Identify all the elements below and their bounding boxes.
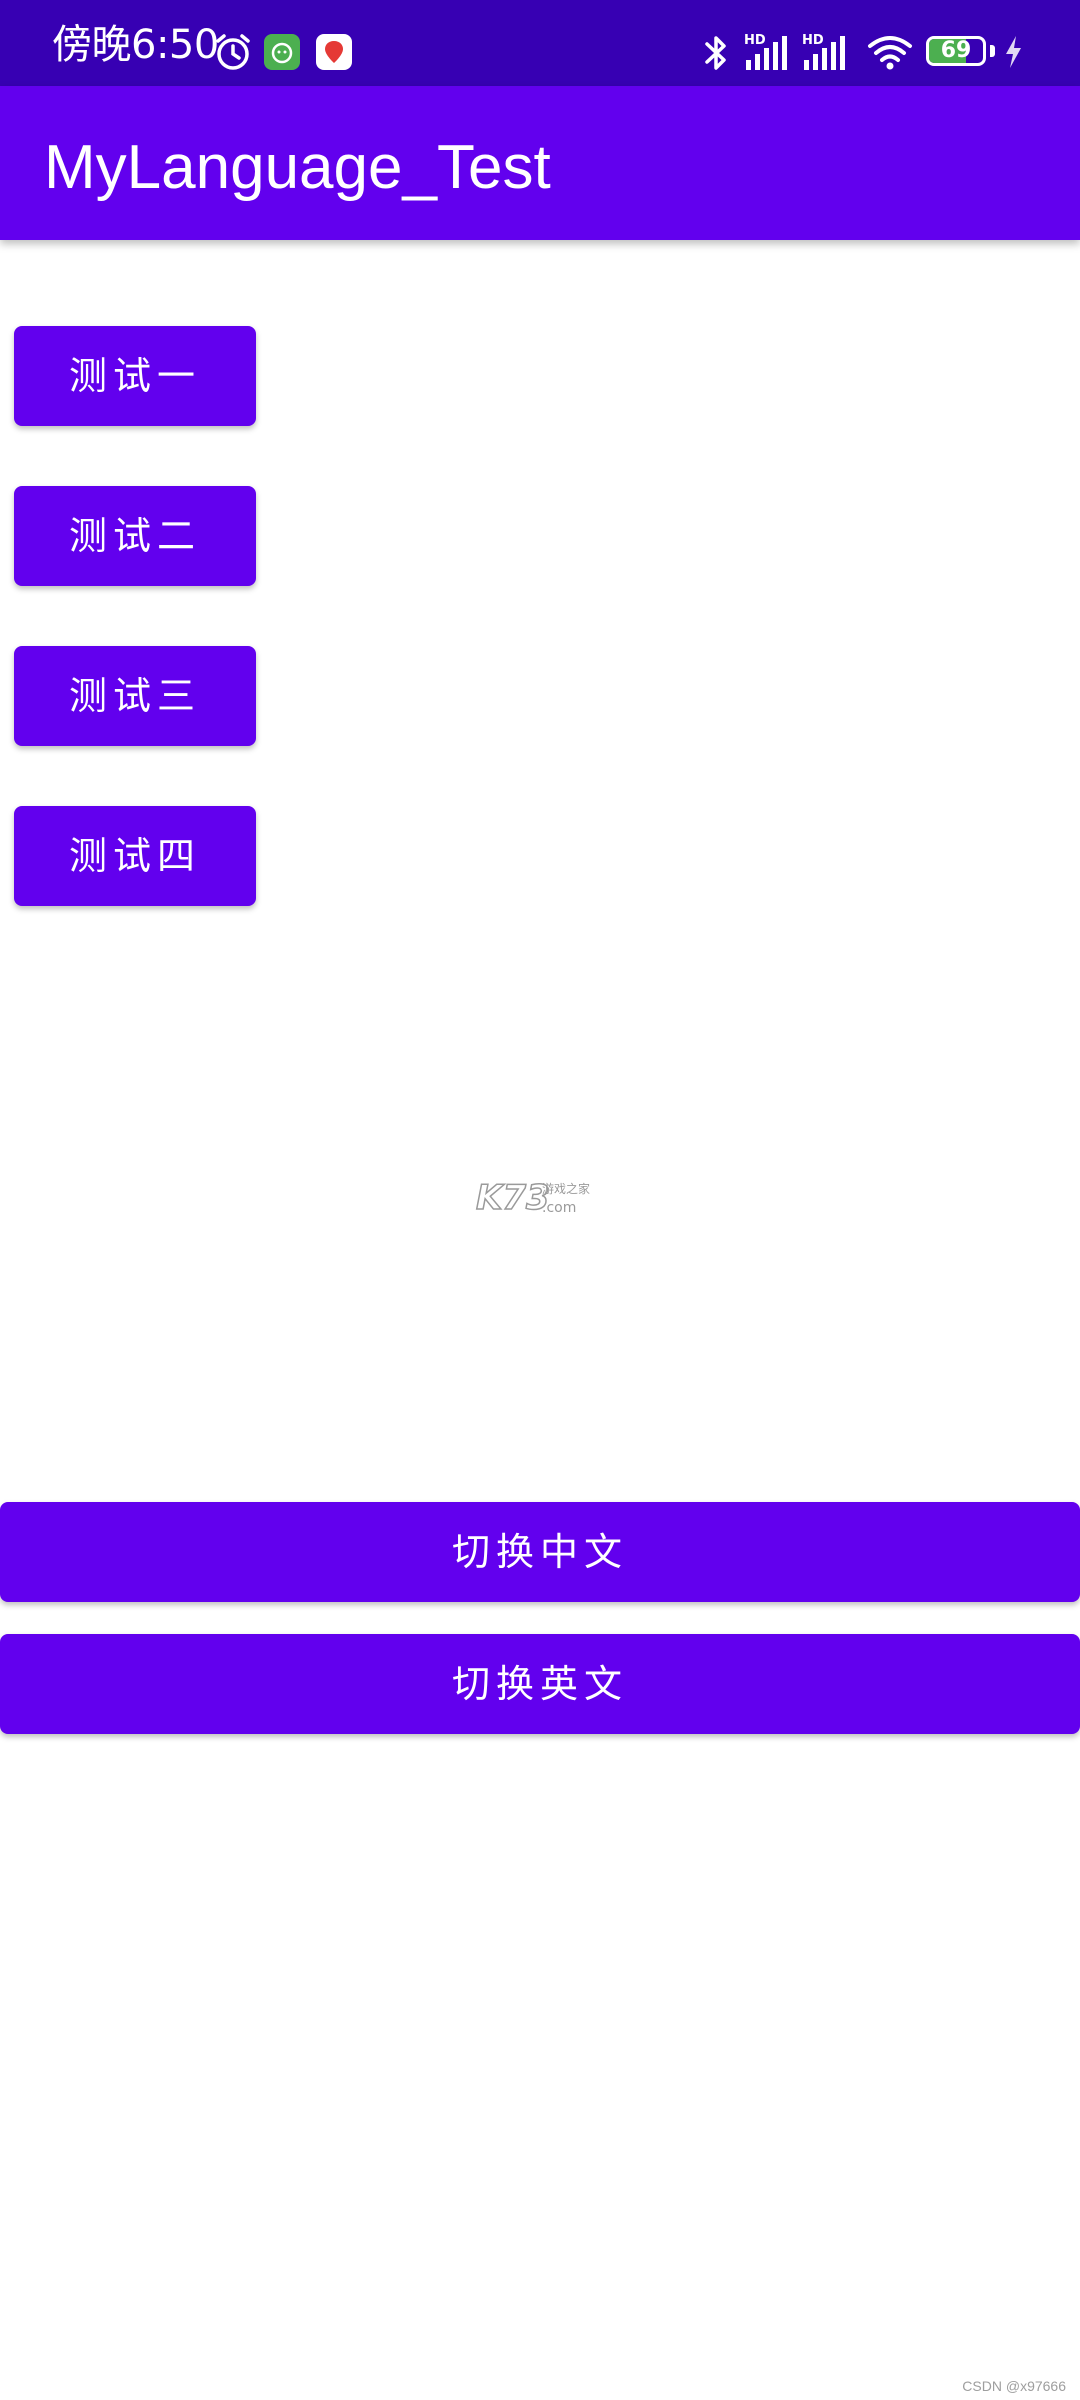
page-title: MyLanguage_Test <box>44 133 551 202</box>
signal-icon: HD <box>744 33 787 70</box>
svg-text:HD: HD <box>744 33 766 48</box>
test-two-button[interactable]: 测试二 <box>14 486 256 586</box>
watermark-subtitle: 游戏之家 <box>542 1182 591 1196</box>
watermark-logo-text: K73 <box>475 1178 550 1218</box>
svg-text:HD: HD <box>802 33 824 48</box>
app-notification-icon <box>316 34 352 70</box>
watermark-domain: .com <box>542 1200 577 1216</box>
signal-icon: HD <box>802 33 845 70</box>
charging-icon <box>1006 36 1021 68</box>
app-bar: MyLanguage_Test <box>0 86 1080 240</box>
battery-level: 69 <box>940 38 972 63</box>
switch-chinese-button[interactable]: 切换中文 <box>0 1502 1080 1602</box>
battery-icon: 69 <box>926 36 986 66</box>
credit-text: CSDN @x97666 <box>962 2378 1066 2394</box>
status-time: 傍晚6:50 <box>52 22 219 68</box>
wifi-icon <box>868 36 912 70</box>
test-three-button[interactable]: 测试三 <box>14 646 256 746</box>
status-bar: 傍晚6:50 HD HD 69 <box>0 0 1080 86</box>
battery-cap <box>990 45 995 57</box>
switch-english-button[interactable]: 切换英文 <box>0 1634 1080 1734</box>
app-notification-icon <box>264 34 300 70</box>
watermark-logo: K73 游戏之家 .com <box>475 1178 606 1222</box>
test-one-button[interactable]: 测试一 <box>14 326 256 426</box>
alarm-icon <box>216 34 250 70</box>
bluetooth-icon <box>705 36 726 70</box>
test-four-button[interactable]: 测试四 <box>14 806 256 906</box>
